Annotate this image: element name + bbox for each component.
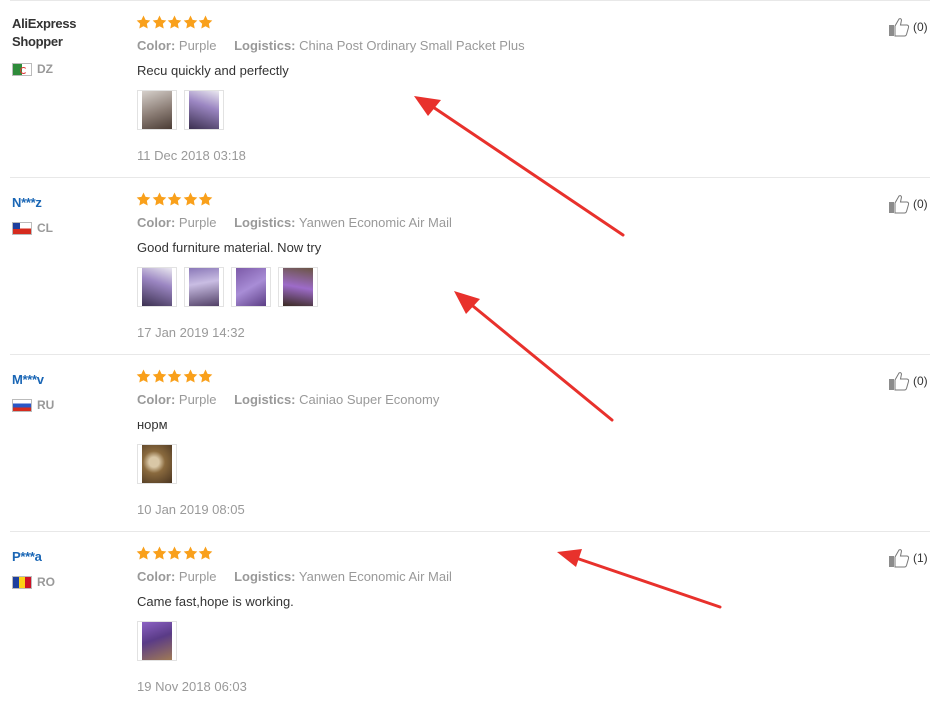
review-photo[interactable] [137,444,177,484]
star-icon [136,369,151,383]
star-icon [167,369,182,383]
review-photo[interactable] [184,267,224,307]
review-item: N***z CL Color: Purple Logistics: Yanwen… [10,177,930,355]
logistics-value: China Post Ordinary Small Packet Plus [299,38,525,53]
star-icon [167,15,182,29]
order-info: Color: Purple Logistics: Cainiao Super E… [137,392,439,407]
star-icon [136,15,151,29]
star-icon [183,15,198,29]
star-icon [198,192,213,206]
helpful-button[interactable]: (0) [888,17,928,37]
reviewer-country: DZ [12,61,53,77]
helpful-count: (0) [913,197,928,211]
review-text: Good furniture material. Now try [137,240,322,255]
logistics-label: Logistics: [234,569,296,584]
logistics-label: Logistics: [234,392,296,407]
review-photos [137,621,184,661]
reviewer-country: RO [12,574,55,590]
review-photo[interactable] [231,267,271,307]
review-photo[interactable] [137,621,177,661]
helpful-count: (0) [913,20,928,34]
thumbs-up-icon [888,371,910,391]
review-photo[interactable] [137,90,177,130]
reviewer-country: RU [12,397,54,413]
flag-ru-icon [12,398,32,412]
review-photos [137,444,184,484]
helpful-button[interactable]: (0) [888,194,928,214]
order-info: Color: Purple Logistics: Yanwen Economic… [137,215,452,230]
star-icon [198,15,213,29]
star-icon [152,546,167,560]
star-icon [136,192,151,206]
star-icon [167,192,182,206]
color-value: Purple [178,569,217,584]
order-info: Color: Purple Logistics: China Post Ordi… [137,38,525,53]
country-code: RU [37,398,55,412]
star-icon [183,546,198,560]
star-icon [152,15,167,29]
thumbs-up-icon [888,548,910,568]
helpful-button[interactable]: (1) [888,548,928,568]
color-value: Purple [178,38,217,53]
order-info: Color: Purple Logistics: Yanwen Economic… [137,569,452,584]
logistics-label: Logistics: [234,38,296,53]
color-label: Color: [137,392,176,407]
star-icon [183,192,198,206]
star-icon [198,546,213,560]
review-date: 11 Dec 2018 03:18 [137,148,246,163]
review-photo[interactable] [184,90,224,130]
review-date: 17 Jan 2019 14:32 [137,325,245,340]
flag-dz-icon [12,62,32,76]
logistics-value: Yanwen Economic Air Mail [298,215,452,230]
star-icon [183,369,198,383]
reviewer-name-link[interactable]: N***z [12,194,122,212]
color-label: Color: [137,38,176,53]
color-value: Purple [178,392,217,407]
country-code: CL [37,221,53,235]
review-text: норм [137,417,168,432]
star-icon [152,369,167,383]
logistics-value: Cainiao Super Economy [299,392,440,407]
star-icon [152,192,167,206]
helpful-count: (0) [913,374,928,388]
logistics-value: Yanwen Economic Air Mail [298,569,452,584]
thumbs-up-icon [888,17,910,37]
review-item: AliExpress Shopper DZ Color: Purple Logi… [10,0,930,178]
review-item: P***a RO Color: Purple Logistics: Yanwen… [10,531,930,709]
star-icon [167,546,182,560]
helpful-count: (1) [913,551,928,565]
flag-cl-icon [12,221,32,235]
review-photo[interactable] [137,267,177,307]
review-photos [137,267,325,307]
flag-ro-icon [12,575,32,589]
reviewer-name: AliExpress Shopper [12,16,77,49]
reviewer-name-link[interactable]: P***a [12,548,122,566]
review-text: Recu quickly and perfectly [137,63,289,78]
review-date: 19 Nov 2018 06:03 [137,679,247,694]
reviewer-name-link[interactable]: M***v [12,371,122,389]
star-icon [198,369,213,383]
star-rating [136,546,214,560]
star-icon [136,546,151,560]
review-photo[interactable] [278,267,318,307]
helpful-button[interactable]: (0) [888,371,928,391]
color-label: Color: [137,215,176,230]
reviewer-country: CL [12,220,53,236]
review-date: 10 Jan 2019 08:05 [137,502,245,517]
color-value: Purple [178,215,217,230]
star-rating [136,192,214,206]
review-photos [137,90,231,130]
star-rating [136,15,214,29]
review-text: Came fast,hope is working. [137,594,294,609]
color-label: Color: [137,569,176,584]
country-code: DZ [37,62,53,76]
review-list: AliExpress Shopper DZ Color: Purple Logi… [0,0,951,699]
star-rating [136,369,214,383]
country-code: RO [37,575,55,589]
thumbs-up-icon [888,194,910,214]
review-item: M***v RU Color: Purple Logistics: Cainia… [10,354,930,532]
logistics-label: Logistics: [234,215,296,230]
